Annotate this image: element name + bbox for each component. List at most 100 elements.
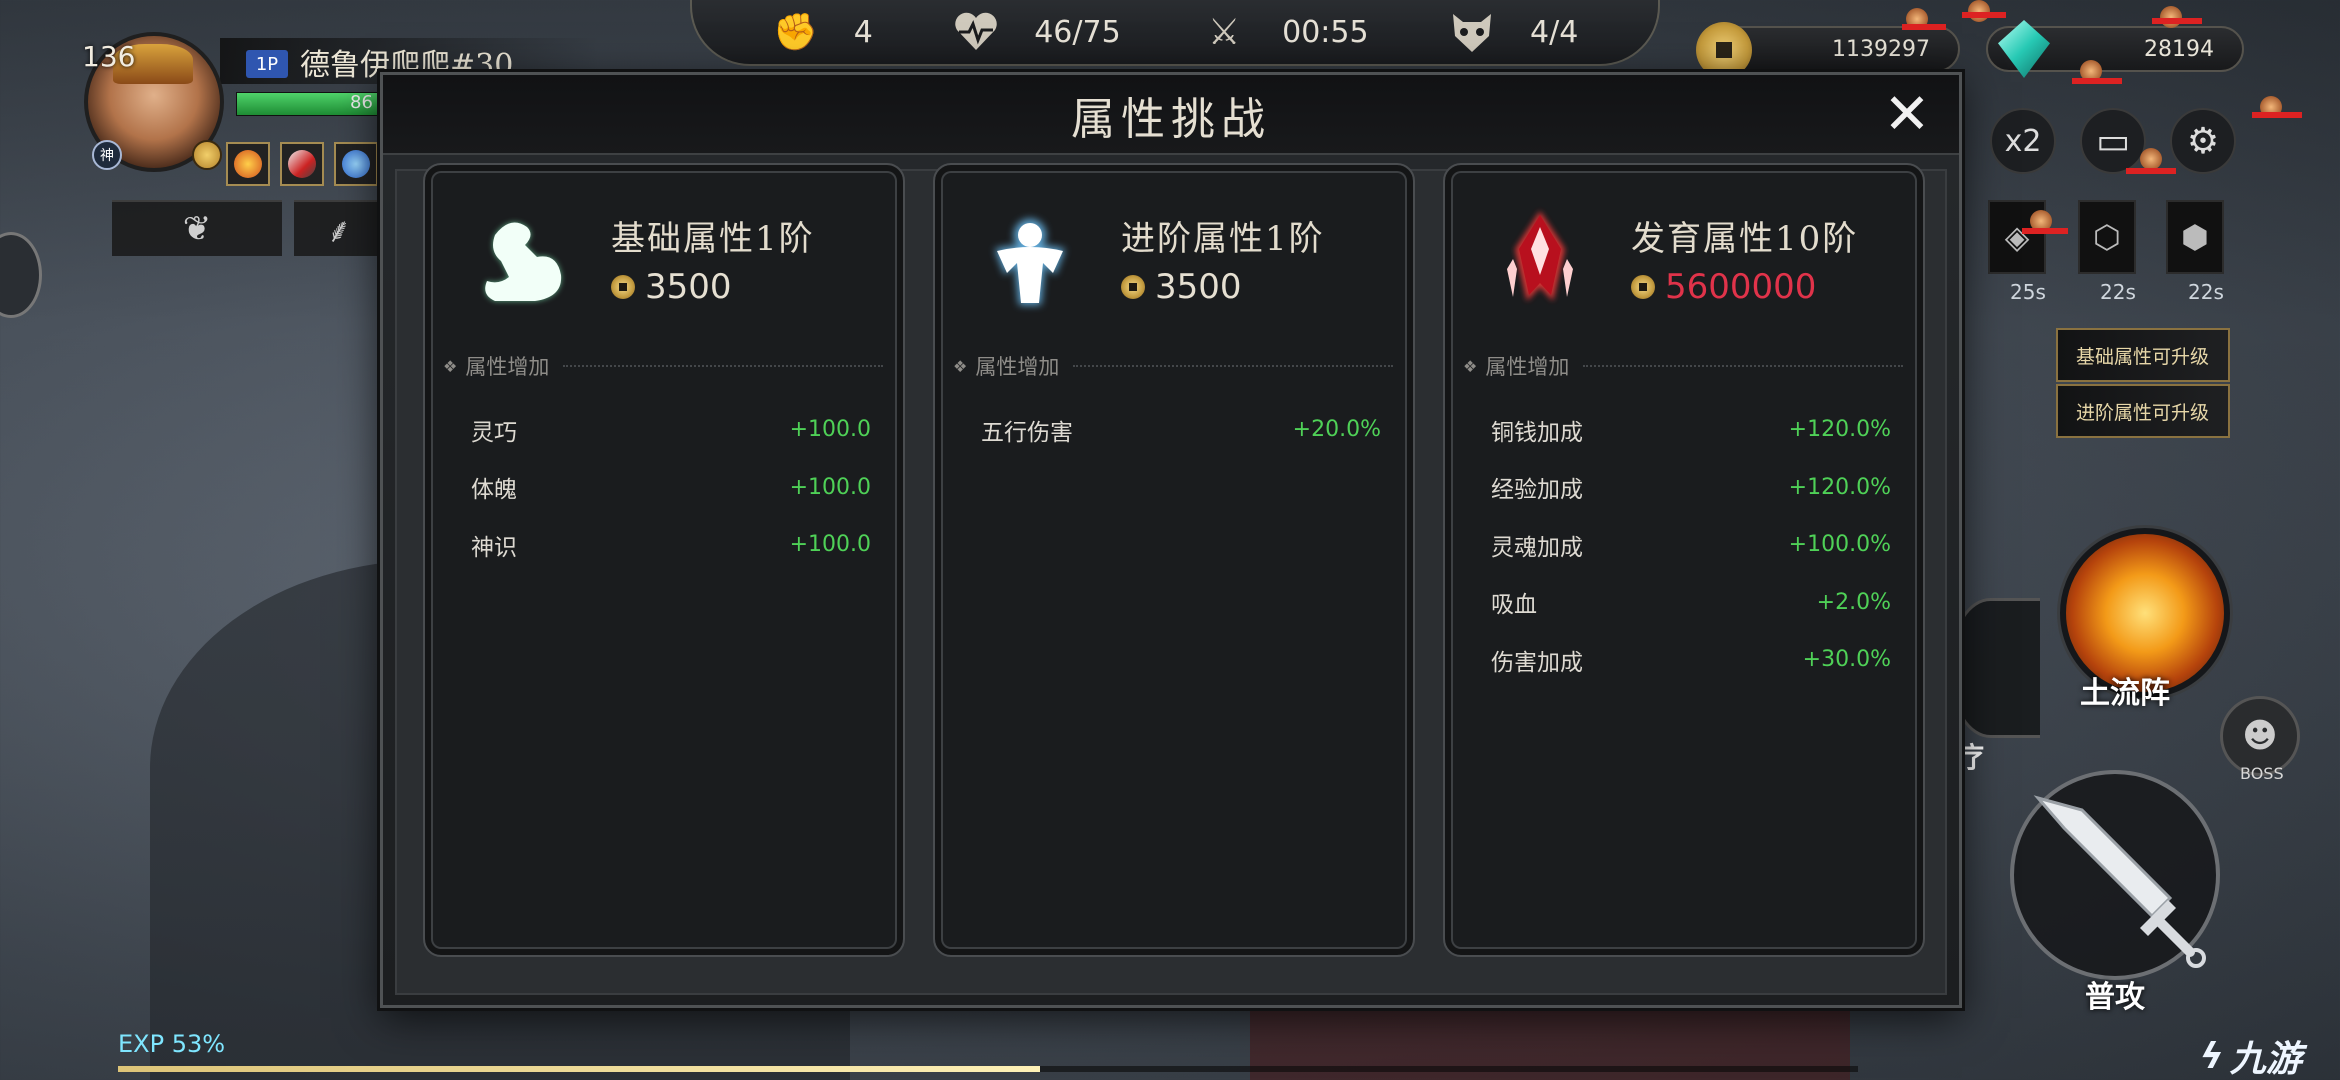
speed-toggle-button[interactable]: x2 xyxy=(1990,108,2056,174)
gem-value: 28194 xyxy=(2144,36,2214,62)
stat-row: 灵魂加成 +100.0% xyxy=(1491,516,1891,574)
enemy-hp-bar xyxy=(2072,78,2122,84)
stat-name: 神识 xyxy=(471,534,517,561)
stat-row: 五行伤害 +20.0% xyxy=(981,401,1381,459)
kills-value: 4 xyxy=(853,14,873,50)
stat-name: 体魄 xyxy=(471,477,517,504)
wave-value: 4/4 xyxy=(1530,14,1579,50)
gem-icon xyxy=(1998,20,2050,78)
enemy-marker-icon xyxy=(2140,148,2162,170)
advanced-upgrade-tag[interactable]: 进阶属性可升级 xyxy=(2056,384,2230,438)
basic-upgrade-tag[interactable]: 基础属性可升级 xyxy=(2056,328,2230,382)
section-divider xyxy=(563,365,883,367)
section-header: ❖ 属性增加 xyxy=(443,351,883,381)
buff-slot[interactable] xyxy=(226,142,270,186)
cost-value: 3500 xyxy=(645,267,732,307)
section-header: ❖ 属性增加 xyxy=(1463,351,1903,381)
stat-row: 铜钱加成 +120.0% xyxy=(1491,401,1891,459)
enemy-hp-bar xyxy=(2126,168,2176,174)
upgrade-tag-label: 基础属性可升级 xyxy=(2076,345,2210,368)
section-divider xyxy=(1073,365,1393,367)
enemy-hp-bar xyxy=(2022,228,2068,234)
earth-skill-label: 土流阵 xyxy=(2080,676,2170,711)
stat-value: +100.0 xyxy=(789,532,871,558)
stat-row: 吸血 +2.0% xyxy=(1491,574,1891,632)
coin-icon xyxy=(1121,275,1145,299)
settings-button[interactable]: ⚙ xyxy=(2170,108,2236,174)
stat-name: 伤害加成 xyxy=(1491,649,1583,676)
card-title: 进阶属性1阶 xyxy=(1121,219,1325,259)
player-level: 136 xyxy=(82,40,136,73)
upgrade-tag-label: 进阶属性可升级 xyxy=(2076,401,2210,424)
stat-name: 灵魂加成 xyxy=(1491,534,1583,561)
wind-icon: ❦ xyxy=(182,209,212,249)
buff-slot[interactable] xyxy=(334,142,378,186)
red-crystal-icon xyxy=(1507,211,1573,301)
enemy-marker-icon xyxy=(2160,6,2182,28)
card-cost: 5600000 xyxy=(1631,267,1816,307)
demon-mask-icon xyxy=(1448,8,1496,56)
player-slot-badge: 1P xyxy=(246,50,288,78)
buff-slot[interactable] xyxy=(280,142,324,186)
close-button[interactable]: ✕ xyxy=(1881,87,1933,143)
stat-name: 灵巧 xyxy=(471,419,517,446)
demon-face-icon: ☻ xyxy=(2242,716,2278,756)
stat-row: 伤害加成 +30.0% xyxy=(1491,631,1891,689)
skill-tab[interactable]: ⸙ xyxy=(294,200,384,256)
attack-label: 普攻 xyxy=(2085,980,2145,1015)
enemy-hp-bar xyxy=(1902,24,1946,30)
coin-icon xyxy=(611,275,635,299)
fire-buff-icon xyxy=(234,150,262,178)
stat-name: 吸血 xyxy=(1491,592,1537,619)
skill-tab[interactable]: ❦ xyxy=(112,200,282,256)
gem-balance[interactable]: 28194 xyxy=(1986,20,2244,78)
attribute-card-basic[interactable]: 基础属性1阶 3500 ❖ 属性增加 灵巧 +100.0 体魄 +100.0 神识 +10… xyxy=(423,163,905,957)
attribute-card-growth[interactable]: 发育属性10阶 5600000 ❖ 属性增加 铜钱加成 +120.0% 经验加成 +1… xyxy=(1443,163,1925,957)
skill-slot[interactable]: ⬢ xyxy=(2166,200,2224,274)
section-label: 属性增加 xyxy=(975,355,1060,379)
title-badge: 神 xyxy=(92,140,122,170)
coin-icon xyxy=(1631,275,1655,299)
glowing-figure-icon xyxy=(995,219,1065,305)
claw-icon: ⸙ xyxy=(326,211,352,251)
skill-slot[interactable]: ⬡ xyxy=(2078,200,2136,274)
stat-value: +100.0 xyxy=(789,474,871,500)
stat-row: 神识 +100.0 xyxy=(471,516,871,574)
diamond-icon: ❖ xyxy=(953,356,968,376)
watermark-text: 九游 xyxy=(2229,1039,2302,1080)
heal-skill-button[interactable] xyxy=(1950,598,2040,738)
rune-icon: ⬢ xyxy=(2181,218,2209,256)
stat-name: 五行伤害 xyxy=(981,419,1073,446)
stat-row: 灵巧 +100.0 xyxy=(471,401,871,459)
attribute-challenge-dialog: 属性挑战 ✕ 基础属性1阶 3500 ❖ 属性增加 灵巧 +100.0 体魄 +100… xyxy=(380,72,1962,1008)
wave-counter: 4/4 xyxy=(1448,8,1578,56)
stat-value: +20.0% xyxy=(1292,417,1381,443)
card-cost: 3500 xyxy=(611,267,732,307)
section-divider xyxy=(1583,365,1903,367)
attribute-card-advanced[interactable]: 进阶属性1阶 3500 ❖ 属性增加 五行伤害 +20.0% xyxy=(933,163,1415,957)
rune-icon: ⬡ xyxy=(2093,218,2121,256)
watermark-logo-icon: ϟ xyxy=(2200,1035,2224,1077)
skill-cooldown: 25s xyxy=(2010,280,2046,304)
coin-value: 1139297 xyxy=(1832,36,1930,62)
enemy-hp-bar xyxy=(2152,18,2202,24)
display-settings-button[interactable]: ▭ xyxy=(2080,108,2146,174)
speed-label: x2 xyxy=(2004,123,2042,159)
enemy-hp-bar xyxy=(1962,12,2006,18)
card-cost: 3500 xyxy=(1121,267,1242,307)
hp-value: 46/75 xyxy=(1034,14,1121,50)
cost-value: 5600000 xyxy=(1665,267,1817,307)
enemy-hp-bar xyxy=(2252,112,2302,118)
stat-row: 经验加成 +120.0% xyxy=(1491,459,1891,517)
fist-icon: ✊ xyxy=(773,12,819,53)
player-hp-text: 86 xyxy=(350,92,373,113)
watermark: ϟ 九游 xyxy=(2200,1030,2302,1080)
skill-cooldown: 22s xyxy=(2100,280,2136,304)
diamond-icon: ❖ xyxy=(1463,356,1478,376)
card-title: 基础属性1阶 xyxy=(611,219,815,259)
heartbeat-icon xyxy=(952,8,1000,56)
coin-balance[interactable]: 1139297 xyxy=(1696,22,1960,78)
skill-cooldown: 22s xyxy=(2188,280,2224,304)
potion-buff-icon xyxy=(342,150,370,178)
gold-medal-icon xyxy=(192,140,222,170)
